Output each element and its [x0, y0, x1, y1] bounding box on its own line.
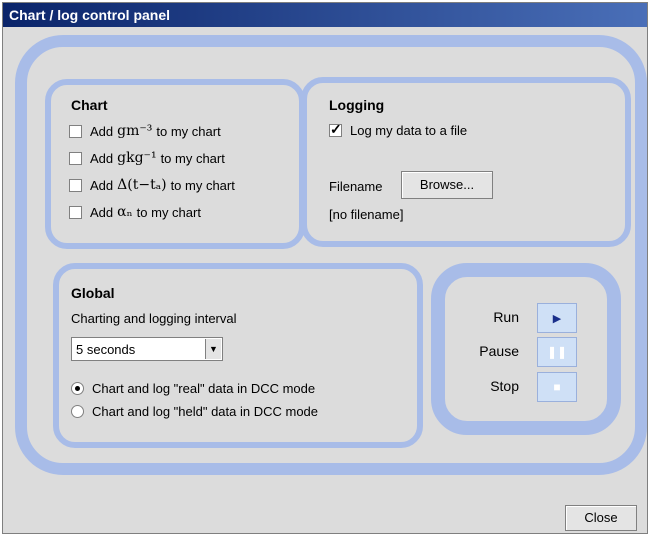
- chart-panel-title: Chart: [71, 97, 108, 113]
- interval-label: Charting and logging interval: [71, 311, 237, 326]
- chart-log-window: Chart / log control panel Chart Add gm⁻³…: [2, 2, 648, 534]
- radio-option-real[interactable]: Chart and log "real" data in DCC mode: [71, 381, 315, 396]
- radio-held[interactable]: [71, 405, 84, 418]
- chart-item-label: to my chart: [156, 123, 221, 139]
- play-icon: ▶: [552, 313, 562, 325]
- chart-item-label: to my chart: [170, 177, 235, 193]
- run-button[interactable]: ▶: [537, 303, 577, 333]
- global-panel: Global Charting and logging interval 5 s…: [53, 263, 423, 448]
- radio-dot-icon: [75, 386, 80, 391]
- stop-label: Stop: [490, 378, 519, 394]
- pause-button[interactable]: ❚❚: [537, 337, 577, 367]
- chart-item-add: Add: [90, 177, 114, 193]
- filename-label: Filename: [329, 179, 383, 194]
- chart-item-formula: αₙ: [117, 204, 133, 220]
- chart-item-label: to my chart: [136, 204, 201, 220]
- log-to-file-option[interactable]: ✓ Log my data to a file: [329, 121, 468, 138]
- control-panel: Run ▶ Pause ❚❚ Stop ■: [431, 263, 621, 435]
- chart-panel: Chart Add gm⁻³ to my chart Add gkg⁻¹ to …: [45, 79, 305, 249]
- chevron-down-icon[interactable]: ▼: [205, 339, 221, 359]
- chart-item-formula: gm⁻³: [117, 123, 153, 139]
- logging-panel: Logging ✓ Log my data to a file Filename…: [301, 77, 631, 247]
- interval-value: 5 seconds: [76, 342, 136, 357]
- chart-item-checkbox[interactable]: [69, 178, 82, 192]
- window-title: Chart / log control panel: [3, 3, 647, 27]
- chart-item-checkbox[interactable]: [69, 205, 82, 219]
- interval-select[interactable]: 5 seconds ▼: [71, 337, 223, 361]
- stop-button[interactable]: ■: [537, 372, 577, 402]
- chart-item-add: Add: [90, 150, 114, 166]
- radio-real-label: Chart and log "real" data in DCC mode: [92, 381, 316, 396]
- filename-value: [no filename]: [329, 207, 404, 222]
- chart-item-add: Add: [90, 123, 114, 139]
- log-to-file-checkbox[interactable]: ✓: [329, 121, 342, 137]
- browse-button[interactable]: Browse...: [401, 171, 493, 199]
- chart-item-3[interactable]: Add αₙ to my chart: [69, 204, 201, 220]
- chart-item-formula: Δ(t−tₐ): [117, 177, 167, 193]
- global-panel-title: Global: [71, 285, 115, 301]
- pause-icon: ❚❚: [546, 345, 568, 359]
- chart-item-formula: gkg⁻¹: [117, 150, 157, 166]
- radio-real[interactable]: [71, 382, 84, 395]
- pause-label: Pause: [479, 343, 519, 359]
- run-label: Run: [493, 309, 519, 325]
- chart-item-2[interactable]: Add Δ(t−tₐ) to my chart: [69, 177, 235, 193]
- stop-icon: ■: [553, 380, 561, 394]
- log-to-file-label: Log my data to a file: [350, 123, 468, 138]
- chart-item-0[interactable]: Add gm⁻³ to my chart: [69, 123, 221, 139]
- radio-held-label: Chart and log "held" data in DCC mode: [92, 404, 319, 419]
- chart-item-label: to my chart: [160, 150, 225, 166]
- checkmark-icon: ✓: [330, 121, 342, 137]
- chart-item-1[interactable]: Add gkg⁻¹ to my chart: [69, 150, 225, 166]
- close-button[interactable]: Close: [565, 505, 637, 531]
- chart-item-add: Add: [90, 204, 114, 220]
- logging-panel-title: Logging: [329, 97, 385, 113]
- radio-option-held[interactable]: Chart and log "held" data in DCC mode: [71, 404, 318, 419]
- chart-item-checkbox[interactable]: [69, 151, 82, 165]
- chart-item-checkbox[interactable]: [69, 124, 82, 138]
